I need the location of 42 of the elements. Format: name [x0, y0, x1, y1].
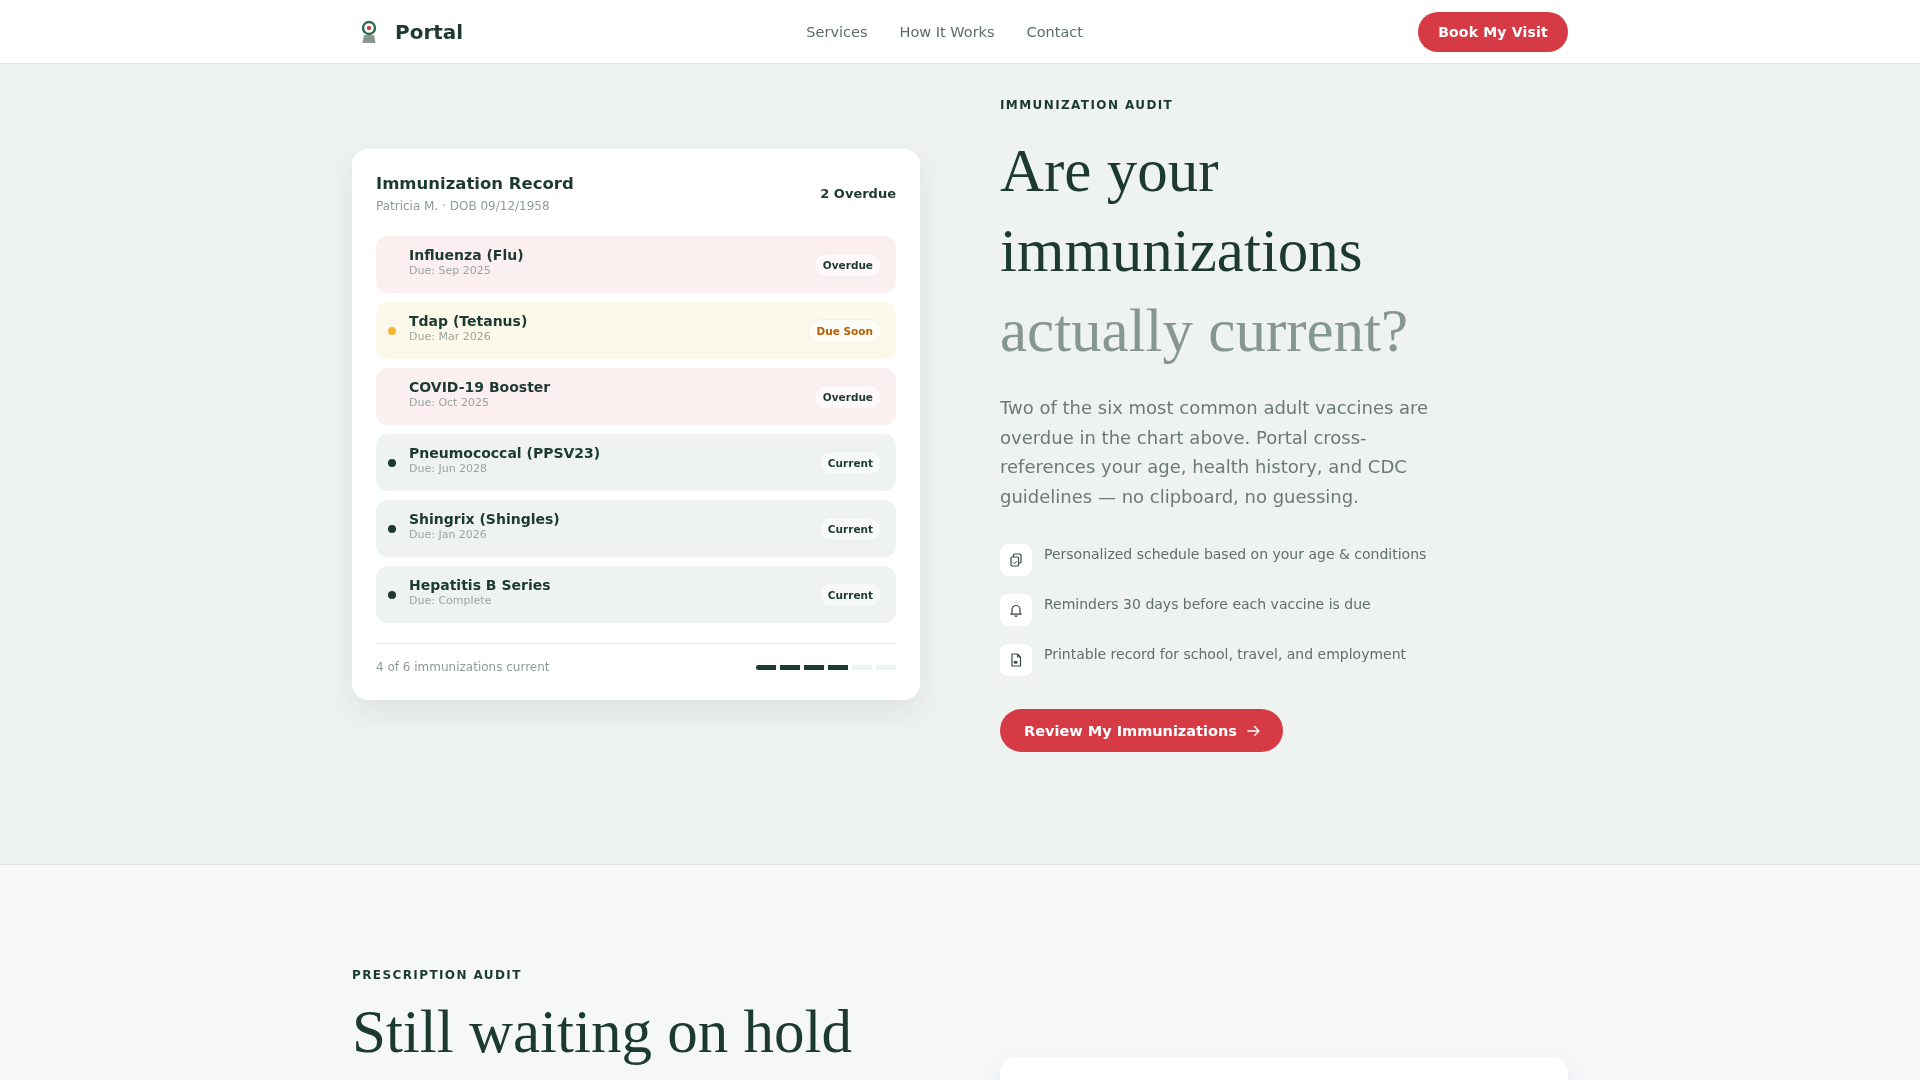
nav-link[interactable]: Services [806, 23, 868, 40]
status-badge: Current [818, 450, 882, 475]
section-headline: Still waiting on hold [352, 997, 853, 1067]
vaccine-name: Shingrix (Shingles) [409, 510, 560, 528]
brand-name[interactable]: Portal [395, 19, 464, 44]
logo-icon [360, 19, 378, 44]
vaccine-name: Pneumococcal (PPSV23) [409, 444, 601, 462]
due-date: Due: Mar 2026 [409, 329, 492, 344]
vaccine-name: Tdap (Tetanus) [409, 312, 528, 330]
arrow-icon [1246, 724, 1261, 737]
overdue-count: 2 Overdue [820, 186, 896, 201]
nav-link[interactable]: How It Works [899, 23, 995, 40]
status-badge: Current [818, 516, 882, 541]
vaccine-name: Hepatitis B Series [409, 576, 551, 594]
section-eyebrow: IMMUNIZATION AUDIT [1000, 97, 1174, 113]
due-date: Due: Complete [409, 593, 493, 608]
status-badge: Current [818, 582, 882, 607]
due-date: Due: Jun 2028 [409, 461, 489, 476]
bell-icon [1000, 594, 1032, 626]
feature-text: Personalized schedule based on your age & conditions [1044, 545, 1427, 564]
document-icon [1000, 644, 1032, 676]
headline: Are your immunizations [1000, 136, 1364, 286]
feature-text: Printable record for school, travel, and employment [1044, 645, 1407, 664]
status-badge: Due Soon [807, 318, 882, 343]
nav-link[interactable]: Contact [1026, 23, 1083, 40]
due-date: Due: Jan 2026 [409, 527, 488, 542]
book-visit-button[interactable]: Book My Visit [1418, 11, 1568, 52]
review-immunizations-button[interactable]: Review My Immunizations [1000, 709, 1283, 752]
headline-accent: actually current? [1000, 296, 1410, 366]
feature-text: Reminders 30 days before each vaccine is due [1044, 595, 1371, 614]
stacked-pages-icon [1000, 544, 1032, 576]
summary-text: 4 of 6 immunizations current [376, 659, 550, 676]
due-date: Due: Sep 2025 [409, 263, 492, 278]
status-badge: Overdue [813, 384, 882, 409]
vaccine-name: COVID-19 Booster [409, 378, 551, 396]
vaccine-name: Influenza (Flu) [409, 246, 524, 264]
status-badge: Overdue [813, 252, 882, 277]
card-title: Immunization Record [376, 173, 574, 194]
intro-paragraph: Two of the six most common adult vaccines are overdue in the chart above. Portal cross-references your age, health history, and CDC guidelines — no clipboard, no guessing. [1000, 396, 1430, 509]
due-date: Due: Oct 2025 [409, 395, 490, 410]
patient-info: Patricia M. · DOB 09/12/1958 [376, 198, 551, 214]
section-eyebrow: PRESCRIPTION AUDIT [352, 967, 523, 983]
